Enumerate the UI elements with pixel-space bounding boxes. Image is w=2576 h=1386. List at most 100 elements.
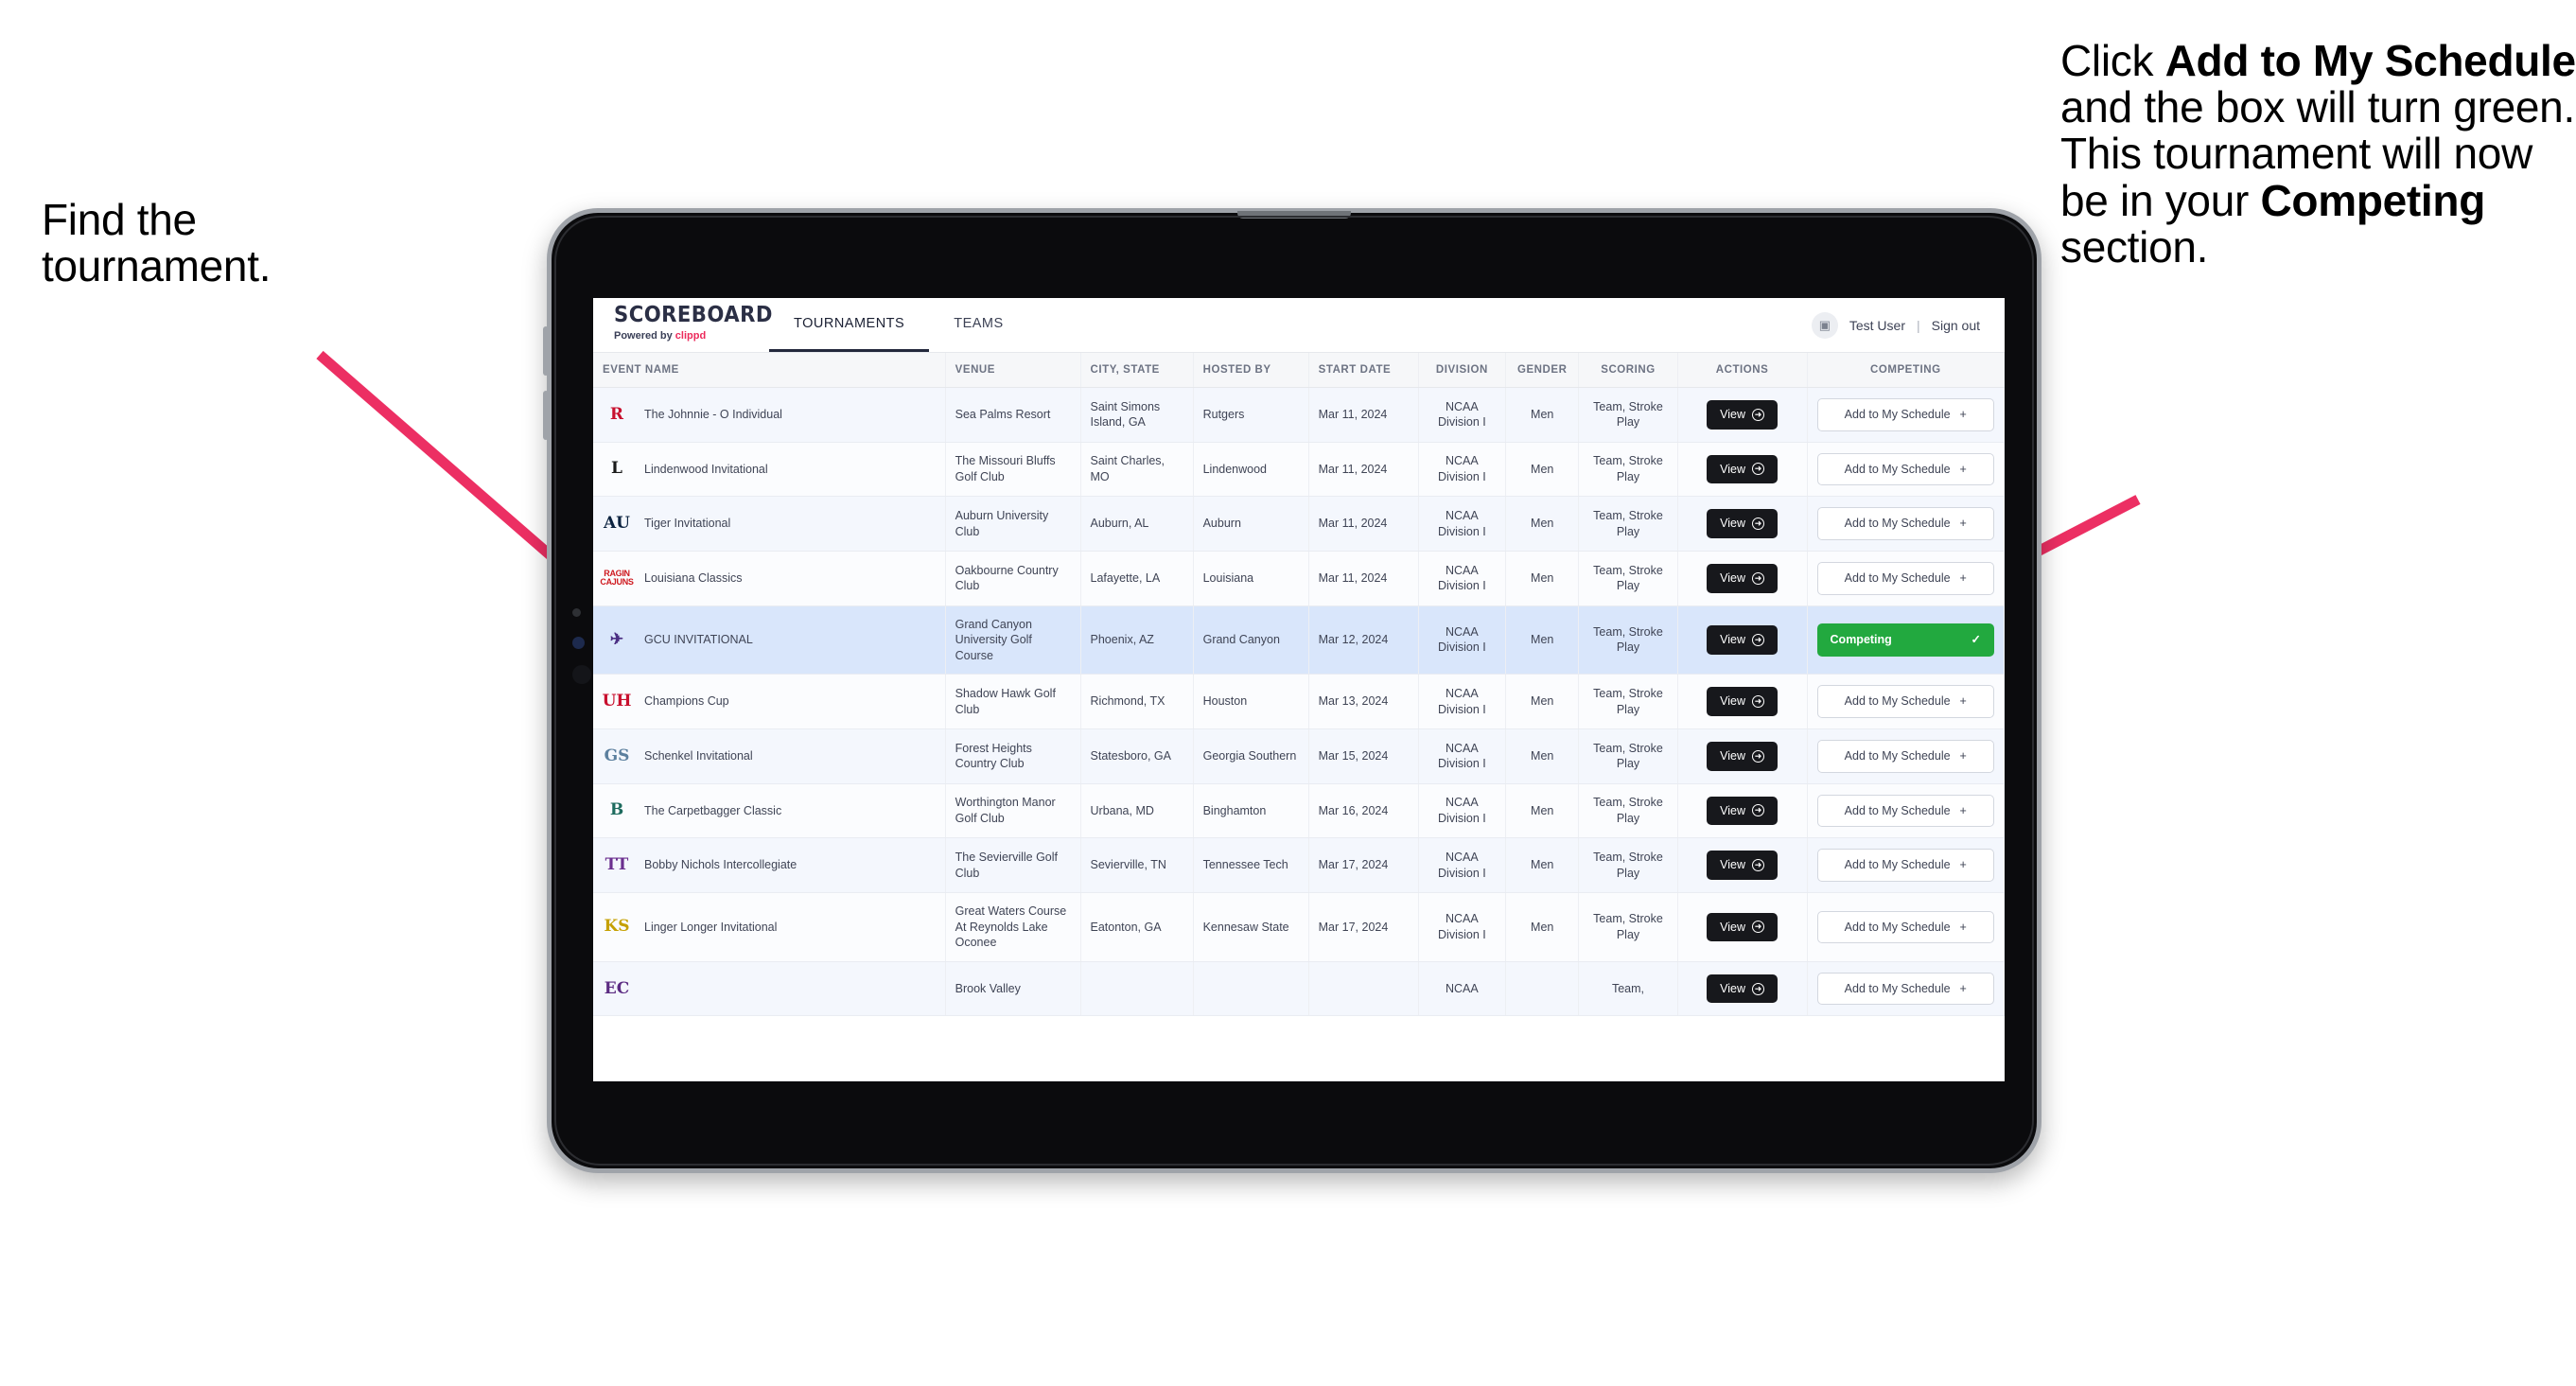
cell-actions: View ➜ [1677, 837, 1808, 893]
tab-teams[interactable]: TEAMS [929, 298, 1027, 352]
add-to-my-schedule-button[interactable]: Add to My Schedule + [1816, 398, 1994, 431]
cell-city-state: Sevierville, TN [1080, 837, 1194, 893]
user-separator: | [1916, 317, 1920, 333]
front-camera-icon [572, 665, 591, 684]
arrow-right-circle-icon: ➜ [1752, 749, 1764, 763]
plus-icon: + [1959, 749, 1967, 763]
column-header-gender[interactable]: GENDER [1505, 353, 1580, 388]
table-row[interactable]: KS Linger Longer Invitational Great Waters… [593, 892, 2005, 962]
add-to-my-schedule-button[interactable]: Add to My Schedule + [1816, 740, 1994, 773]
cell-start-date: Mar 13, 2024 [1308, 674, 1419, 729]
view-button[interactable]: View ➜ [1707, 742, 1778, 771]
cell-hosted-by: Georgia Southern [1193, 728, 1309, 784]
cell-event-name: R The Johnnie - O Individual [593, 387, 946, 443]
table-row[interactable]: GS Schenkel Invitational Forest Heights Co… [593, 728, 2005, 784]
cell-division: NCAA Division I [1418, 551, 1507, 606]
view-button[interactable]: View ➜ [1707, 912, 1778, 942]
add-to-my-schedule-button[interactable]: Add to My Schedule + [1816, 507, 1994, 540]
cell-start-date: Mar 15, 2024 [1308, 728, 1419, 784]
table-row[interactable]: R The Johnnie - O Individual Sea Palms Res… [593, 387, 2005, 443]
column-header-competing[interactable]: COMPETING [1807, 353, 2005, 388]
view-button[interactable]: View ➜ [1707, 796, 1778, 826]
view-button[interactable]: View ➜ [1707, 625, 1778, 655]
volume-up-button[interactable] [543, 326, 549, 376]
event-name-text: The Carpetbagger Classic [644, 803, 782, 817]
cell-division: NCAA Division I [1418, 837, 1507, 893]
column-header-start-date[interactable]: START DATE [1308, 353, 1419, 388]
add-to-my-schedule-label: Add to My Schedule [1844, 981, 1951, 995]
column-header-venue[interactable]: VENUE [945, 353, 1081, 388]
cell-event-name: B The Carpetbagger Classic [593, 783, 946, 839]
brand-logo[interactable]: SCOREBOARD Powered by clippd [593, 298, 772, 352]
add-to-my-schedule-button[interactable]: Add to My Schedule + [1816, 685, 1994, 718]
column-header-city-state[interactable]: CITY, STATE [1080, 353, 1194, 388]
cell-gender: Men [1505, 892, 1580, 962]
cell-event-name: ✈ GCU INVITATIONAL [593, 605, 946, 675]
team-logo-icon: AU [603, 514, 630, 534]
table-row[interactable]: EC Brook Valley NCAA Team, View ➜ Add to My Sc… [593, 961, 2005, 1017]
competing-button[interactable]: Competing ✓ [1816, 623, 1994, 657]
sign-out-link[interactable]: Sign out [1932, 318, 1980, 333]
annotation-left-line1: Find the [42, 195, 197, 244]
arrow-right-circle-icon: ➜ [1752, 571, 1764, 585]
view-button[interactable]: View ➜ [1707, 687, 1778, 716]
view-button[interactable]: View ➜ [1707, 851, 1778, 880]
column-header-actions[interactable]: ACTIONS [1677, 353, 1808, 388]
annotation-right-seg1: Click [2060, 36, 2165, 85]
tournaments-table-container[interactable]: EVENT NAME VENUE CITY, STATE HOSTED BY START… [593, 353, 2005, 1081]
team-logo-icon: TT [605, 855, 629, 875]
table-row[interactable]: L Lindenwood Invitational The Missouri Blu… [593, 442, 2005, 498]
tutorial-screenshot: Find the tournament. Click Add to My Sch… [0, 0, 2576, 1386]
cell-hosted-by [1193, 961, 1309, 1017]
event-name-text: Tiger Invitational [644, 517, 731, 531]
table-row[interactable]: AU Tiger Invitational Auburn University Cl… [593, 496, 2005, 552]
add-to-my-schedule-button[interactable]: Add to My Schedule + [1816, 794, 1994, 828]
add-to-my-schedule-button[interactable]: Add to My Schedule + [1816, 972, 1994, 1006]
arrow-right-circle-icon: ➜ [1752, 408, 1764, 421]
table-row[interactable]: RAGIN CAJUNS Louisiana Classics Oakbourne … [593, 551, 2005, 606]
table-row[interactable]: UH Champions Cup Shadow Hawk Golf Club Rich… [593, 674, 2005, 729]
view-button-label: View [1720, 981, 1745, 995]
view-button[interactable]: View ➜ [1707, 563, 1778, 593]
view-button-label: View [1720, 408, 1745, 421]
cell-actions: View ➜ [1677, 605, 1808, 675]
column-header-event-name[interactable]: EVENT NAME [593, 353, 946, 388]
add-to-my-schedule-label: Add to My Schedule [1844, 858, 1951, 872]
cell-hosted-by: Tennessee Tech [1193, 837, 1309, 893]
table-row[interactable]: TT Bobby Nichols Intercollegiate The Sevie… [593, 837, 2005, 893]
add-to-my-schedule-label: Add to My Schedule [1844, 920, 1951, 934]
add-to-my-schedule-button[interactable]: Add to My Schedule + [1816, 452, 1994, 486]
user-menu: ▣ Test User | Sign out [1811, 298, 2005, 352]
view-button[interactable]: View ➜ [1707, 974, 1778, 1004]
cell-venue: Worthington Manor Golf Club [945, 783, 1081, 839]
team-logo-icon: R [609, 404, 624, 424]
view-button[interactable]: View ➜ [1707, 509, 1778, 538]
column-header-division[interactable]: DIVISION [1418, 353, 1507, 388]
tab-tournaments[interactable]: TOURNAMENTS [769, 298, 930, 352]
cell-event-name: TT Bobby Nichols Intercollegiate [593, 837, 946, 893]
view-button-label: View [1720, 858, 1745, 872]
column-header-scoring[interactable]: SCORING [1578, 353, 1678, 388]
cell-division: NCAA Division I [1418, 442, 1507, 498]
user-avatar-icon[interactable]: ▣ [1811, 311, 1838, 339]
cell-gender: Men [1505, 728, 1580, 784]
table-row[interactable]: ✈ GCU INVITATIONAL Grand Canyon University… [593, 605, 2005, 675]
cell-start-date [1308, 961, 1419, 1017]
add-to-my-schedule-button[interactable]: Add to My Schedule + [1816, 849, 1994, 882]
cell-scoring: Team, Stroke Play [1578, 387, 1678, 443]
add-to-my-schedule-button[interactable]: Add to My Schedule + [1816, 910, 1994, 944]
cell-scoring: Team, Stroke Play [1578, 605, 1678, 675]
cell-event-name: KS Linger Longer Invitational [593, 892, 946, 962]
add-to-my-schedule-button[interactable]: Add to My Schedule + [1816, 561, 1994, 595]
table-row[interactable]: B The Carpetbagger Classic Worthington Man… [593, 783, 2005, 839]
view-button[interactable]: View ➜ [1707, 454, 1778, 484]
tablet-screen: SCOREBOARD Powered by clippd TOURNAMENTS… [593, 298, 2005, 1081]
volume-down-button[interactable] [543, 391, 549, 440]
cell-venue: Brook Valley [945, 961, 1081, 1017]
arrow-right-circle-icon: ➜ [1752, 463, 1764, 476]
cell-city-state: Saint Simons Island, GA [1080, 387, 1194, 443]
cell-gender: Men [1505, 837, 1580, 893]
view-button[interactable]: View ➜ [1707, 400, 1778, 430]
column-header-hosted-by[interactable]: HOSTED BY [1193, 353, 1309, 388]
cell-division: NCAA Division I [1418, 496, 1507, 552]
